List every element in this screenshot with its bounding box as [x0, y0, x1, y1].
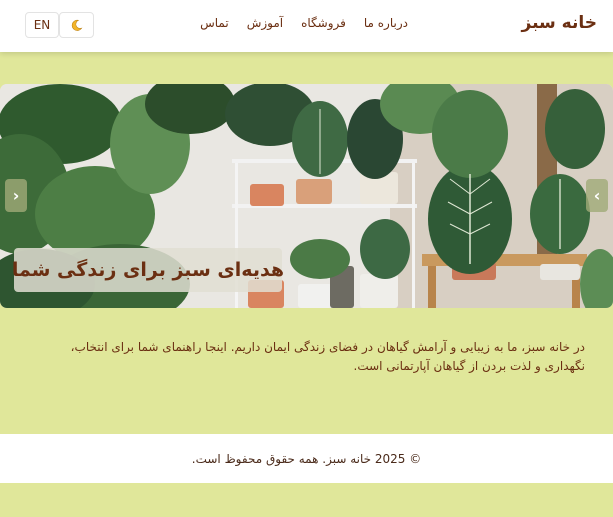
nav-item-contact[interactable]: تماس [200, 16, 229, 30]
nav-item-about[interactable]: درباره ما [364, 16, 408, 30]
moon-icon [71, 19, 83, 31]
nav-item-shop[interactable]: فروشگاه [301, 16, 346, 30]
main-nav: درباره ما فروشگاه آموزش تماس [200, 16, 408, 30]
copyright-text: © 2025 خانه سبز. همه حقوق محفوظ است. [191, 451, 422, 466]
hero-caption: هدیه‌ای سبز برای زندگی شما [12, 248, 284, 292]
brand-logo[interactable]: خانه سبز [522, 13, 597, 33]
nav-item-learn[interactable]: آموزش [247, 16, 283, 30]
site-footer: © 2025 خانه سبز. همه حقوق محفوظ است. [0, 434, 613, 483]
slider-prev-button[interactable]: ‹ [5, 179, 27, 212]
slider-next-button[interactable]: › [586, 179, 608, 212]
language-toggle-button[interactable]: EN [25, 12, 59, 38]
intro-text: در خانه سبز، ما به زیبایی و آرامش گیاهان… [70, 340, 585, 373]
site-header: خانه سبز درباره ما فروشگاه آموزش تماس EN [0, 0, 613, 52]
header-controls: EN [23, 12, 94, 38]
theme-toggle-button[interactable] [59, 12, 94, 38]
